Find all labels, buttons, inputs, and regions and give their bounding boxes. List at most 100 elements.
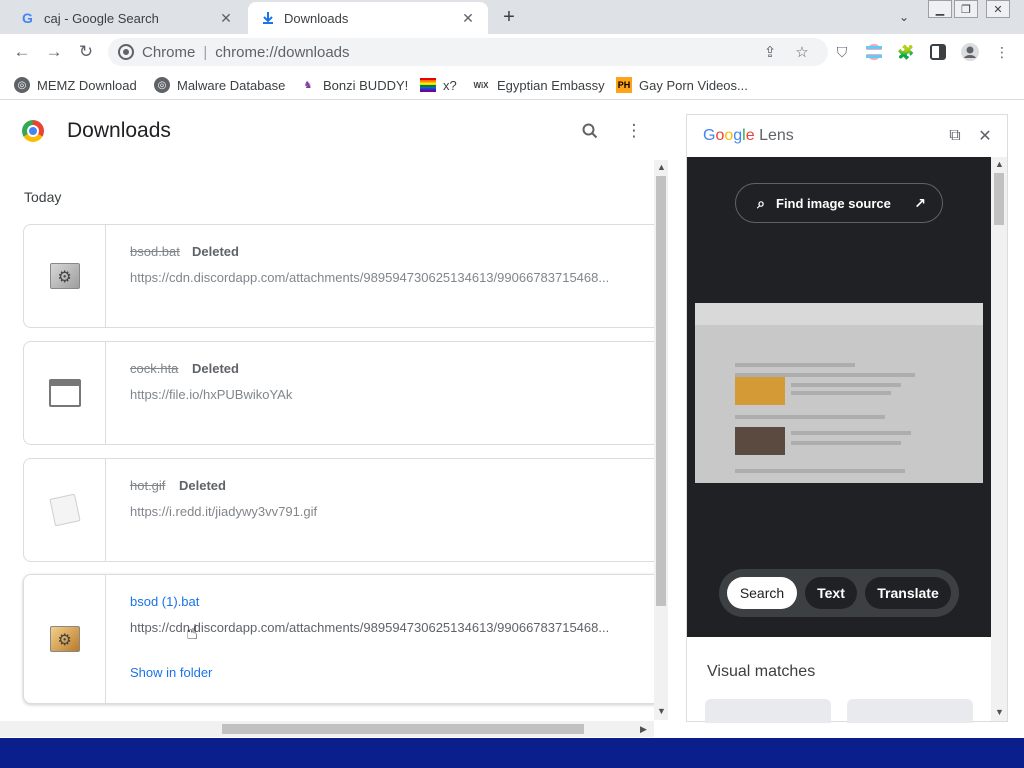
scroll-down-icon[interactable]: ▼ [995,707,1004,717]
open-external-icon: ↗ [914,194,926,211]
visual-matches-heading: Visual matches [707,663,816,680]
file-name: hot.gif [130,478,166,493]
extension-flag-icon[interactable] [864,42,884,62]
chrome-secure-icon [118,44,134,60]
bat-file-icon [24,575,106,703]
scrollbar-thumb[interactable] [994,173,1004,225]
address-bar[interactable]: Chrome | chrome://downloads [108,38,828,66]
bat-file-icon [24,225,106,327]
bookmark-memz[interactable]: ◎ MEMZ Download [14,75,137,95]
back-arrow-icon[interactable]: ← [10,40,34,64]
tab-google-search[interactable]: G caj - Google Search ✕ [8,2,246,34]
tab-downloads[interactable]: Downloads ✕ [248,2,488,34]
bookmark-label: Gay Porn Videos... [639,77,748,93]
bookmark-star-icon[interactable]: ☆ [792,42,812,62]
file-url[interactable]: https://file.io/hxPUBwikoYAk [130,387,630,402]
close-icon[interactable]: ✕ [975,126,995,146]
search-icon[interactable] [580,121,600,141]
scrollbar-thumb[interactable] [656,176,666,606]
download-status: Deleted [192,244,239,259]
more-menu-icon[interactable]: ⋮ [624,121,644,141]
file-name-link[interactable]: bsod (1).bat [130,594,199,609]
file-url[interactable]: https://cdn.discordapp.com/attachments/9… [130,270,630,285]
bookmark-label: Egyptian Embassy [497,77,605,93]
tab-translate[interactable]: Translate [865,577,951,609]
lens-wordmark: Lens [759,127,794,144]
profile-avatar-icon[interactable] [960,42,980,62]
tab-title: Downloads [284,10,349,26]
scroll-up-icon[interactable]: ▲ [657,162,666,172]
show-in-folder-link[interactable]: Show in folder [130,665,212,680]
tab-search[interactable]: Search [727,577,797,609]
visual-match-thumbnail[interactable] [847,699,973,723]
google-wordmark: Google [703,127,755,144]
reload-icon[interactable]: ↻ [74,40,98,64]
scroll-up-icon[interactable]: ▲ [995,159,1004,169]
downloads-scrollbar[interactable]: ▲ ▼ [654,160,668,720]
download-item: bsod (1).bat https://cdn.discordapp.com/… [23,574,655,704]
downloads-header: Downloads ⋮ [0,101,670,161]
ublock-icon[interactable]: ⛉ [832,42,852,62]
download-status: Deleted [192,361,239,376]
bookmark-x[interactable]: x? [420,75,457,95]
file-name: cock.hta [130,361,179,376]
download-status: Deleted [179,478,226,493]
lens-search-icon: ⌕ [757,194,765,211]
svg-text:G: G [22,10,33,26]
visual-match-thumbnail[interactable] [705,699,831,723]
file-url[interactable]: https://i.redd.it/jiadywy3vv791.gif [130,504,630,519]
google-lens-panel: Google Lens ⧉ ✕ ⌕ Find image source ↗ Se… [686,114,1008,723]
file-url[interactable]: https://cdn.discordapp.com/attachments/9… [130,620,630,635]
side-panel-icon[interactable] [928,42,948,62]
hand-cursor-icon: ☝ [186,622,199,644]
bookmark-egyptian-embassy[interactable]: WiX Egyptian Embassy [472,75,605,95]
google-g-icon: G [20,10,36,26]
lens-title: Google Lens [703,127,794,145]
share-icon[interactable]: ⇪ [760,42,780,62]
find-image-source-button[interactable]: ⌕ Find image source ↗ [735,183,943,223]
close-icon[interactable]: ✕ [218,10,234,26]
bonzi-icon: ♞ [303,79,313,91]
rainbow-flag-icon [420,77,436,93]
bookmark-ph[interactable]: PH Gay Porn Videos... [616,75,748,95]
file-name: bsod.bat [130,244,180,259]
close-window-button[interactable]: ✕ [986,0,1010,18]
tab-strip: G caj - Google Search ✕ Downloads ✕ + ⌄ … [0,0,1024,34]
restore-button[interactable]: ❐ [954,0,978,18]
globe-icon: ◎ [14,77,30,93]
date-section-heading: Today [24,189,62,205]
bookmark-label: Malware Database [177,77,286,93]
minimize-button[interactable]: ▁ [928,0,952,18]
page-title: Downloads [67,119,171,142]
bookmarks-bar: ◎ MEMZ Download ◎ Malware Database ♞ Bonzi … [0,70,1024,100]
lens-header: Google Lens ⧉ ✕ [687,115,1007,157]
scrollbar-thumb[interactable] [222,724,584,734]
extensions-puzzle-icon[interactable]: 🧩 [896,42,916,62]
bookmark-malware-database[interactable]: ◎ Malware Database [154,75,285,95]
download-item: bsod.bat Deleted https://cdn.discordapp.… [23,224,655,328]
address-url: chrome://downloads [215,43,350,61]
tab-title: caj - Google Search [44,10,159,26]
menu-dots-icon[interactable]: ⋮ [992,42,1012,62]
address-scheme: Chrome [142,43,196,61]
find-image-source-label: Find image source [776,195,891,211]
gif-file-icon [24,459,106,561]
download-icon [260,10,276,26]
tab-text[interactable]: Text [805,577,857,609]
new-tab-button[interactable]: + [498,6,520,28]
captured-screenshot-image[interactable] [695,303,983,483]
wix-icon: WiX [473,80,489,90]
lens-image-area: ⌕ Find image source ↗ Search Text Transl… [687,157,991,637]
lens-scrollbar[interactable]: ▲ ▼ [991,157,1007,721]
bookmark-bonzi[interactable]: ♞ Bonzi BUDDY! [300,75,409,95]
close-icon[interactable]: ✕ [460,10,476,26]
address-separator: | [203,43,208,61]
open-new-tab-icon[interactable]: ⧉ [945,126,965,146]
chevron-down-icon[interactable]: ⌄ [894,8,914,26]
bookmark-label: MEMZ Download [37,77,137,93]
forward-arrow-icon[interactable]: → [42,40,66,64]
scroll-down-icon[interactable]: ▼ [657,706,666,716]
scroll-right-icon[interactable]: ▶ [640,724,647,735]
download-item: cock.hta Deleted https://file.io/hxPUBwi… [23,341,655,445]
horizontal-scrollbar[interactable]: ▶ [0,721,654,737]
